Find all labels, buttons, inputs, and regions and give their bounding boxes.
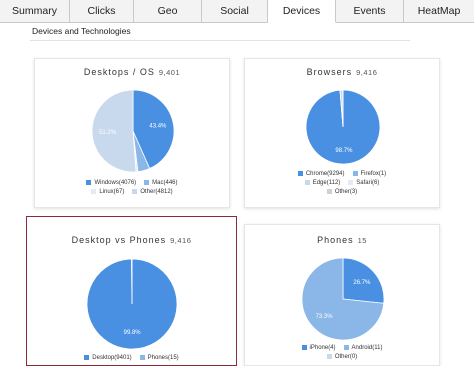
legend-label: Edge(112) — [312, 179, 341, 186]
legend-swatch — [86, 180, 92, 185]
legend-swatch — [348, 180, 354, 185]
legend-label: Android(11) — [351, 344, 383, 351]
legend-swatch — [304, 180, 310, 185]
legend-swatch — [91, 189, 97, 194]
slice-label-android: 73.3% — [316, 314, 334, 320]
legend-label: Windows(4076) — [94, 179, 137, 186]
legend-swatch — [84, 355, 90, 360]
card-title: Phones 15 — [317, 235, 367, 245]
legend-item[interactable]: Phones(15) — [139, 354, 179, 361]
legend-label: iPhone(4) — [309, 344, 336, 351]
legend-item[interactable]: Linux(67) — [91, 189, 124, 195]
tab-geo[interactable]: Geo — [134, 0, 202, 22]
legend-swatch — [139, 355, 145, 360]
card-count: 15 — [357, 236, 367, 245]
tab-events[interactable]: Events — [336, 0, 404, 22]
card-browsers[interactable]: Browsers 9,416 98.7% Chrome(9294) Firefox(… — [244, 58, 440, 208]
legend-label: Mac(446) — [152, 179, 178, 186]
legend-label: Phones(15) — [147, 354, 179, 361]
legend-item[interactable]: Android(11) — [343, 344, 383, 351]
card-count: 9,401 — [158, 68, 181, 77]
slice-label-windows: 43.4% — [149, 124, 167, 130]
legend-item[interactable]: Firefox(1) — [352, 170, 387, 177]
legend-label: Other(4812) — [140, 188, 173, 195]
desktop-vs-phones-pie-chart: 99.8% — [86, 258, 178, 350]
legend-swatch — [352, 171, 358, 176]
legend-item[interactable]: Mac(446) — [144, 179, 178, 186]
slice-label-chrome: 98.7% — [335, 148, 353, 154]
legend-item[interactable]: Edge(112) — [304, 179, 341, 186]
tab-heatmap[interactable]: HeatMap — [404, 0, 474, 22]
legend-swatch — [301, 345, 307, 350]
legend-item[interactable]: Chrome(9294) — [297, 170, 345, 177]
card-title: Desktops / OS 9,401 — [83, 67, 181, 77]
legend-item[interactable]: Other(4812) — [132, 188, 173, 195]
desktops-os-pie-chart: 43.4% 51.2% — [91, 89, 175, 173]
legend-label: Firefox(1) — [360, 170, 387, 177]
legend-item[interactable]: Desktop(9401) — [84, 354, 132, 361]
browsers-pie-chart: 98.7% — [305, 89, 381, 165]
legend-label: Other(3) — [334, 188, 358, 195]
legend-row: Chrome(9294) Firefox(1) — [245, 169, 439, 178]
card-desktops-os[interactable]: Desktops / OS 9,401 43.4% 51.2% Windows(40… — [34, 58, 230, 208]
legend-row: iPhone(4) Android(11) — [245, 343, 439, 352]
legend-label: Other(0) — [334, 353, 358, 360]
legend-row: Desktop(9401) Phones(15) — [27, 353, 236, 362]
legend-swatch — [297, 171, 303, 176]
legend-item[interactable]: Other(3) — [326, 188, 358, 195]
legend-swatch — [326, 354, 332, 359]
section-title: Devices and Technologies — [32, 26, 131, 36]
section-divider — [30, 40, 410, 41]
legend-swatch — [144, 180, 150, 185]
slice-label-iphone: 26.7% — [353, 280, 371, 286]
legend-item[interactable]: Windows(4076) — [86, 180, 136, 186]
legend: Desktop(9401) Phones(15) — [27, 353, 236, 362]
legend-item[interactable]: Safari(6) — [348, 180, 379, 186]
legend-row: Edge(112) Safari(6) — [245, 178, 439, 187]
legend-label: Linux(67) — [99, 188, 125, 195]
legend: Chrome(9294) Firefox(1) Edge(112) Safari(6)… — [245, 169, 439, 196]
legend-label: Safari(6) — [356, 179, 380, 186]
legend-row: Other(0) — [245, 352, 439, 361]
legend-row: Linux(67) Other(4812) — [35, 187, 229, 196]
legend-row: Other(3) — [245, 187, 439, 196]
slice-label-desktop: 99.8% — [124, 330, 142, 336]
card-count: 9,416 — [170, 236, 192, 245]
tab-devices[interactable]: Devices — [268, 0, 336, 23]
card-desktop-vs-phones[interactable]: Desktop vs Phones 9,416 99.8% Desktop(940… — [26, 216, 237, 366]
legend-swatch — [132, 189, 138, 194]
legend: iPhone(4) Android(11) Other(0) — [245, 343, 439, 361]
legend-label: Desktop(9401) — [92, 354, 132, 361]
card-title: Browsers 9,416 — [306, 67, 378, 77]
legend: Windows(4076) Mac(446) Linux(67) Other(4812… — [35, 178, 229, 196]
legend-swatch — [343, 345, 349, 350]
tab-clicks[interactable]: Clicks — [70, 0, 134, 22]
card-phones[interactable]: Phones 15 26.7% 73.3% iPhone(4) Android(11)… — [244, 224, 440, 366]
legend-swatch — [326, 189, 332, 194]
legend-row: Windows(4076) Mac(446) — [35, 178, 229, 187]
tab-social[interactable]: Social — [202, 0, 268, 22]
tab-bar: Summary Clicks Geo Social Devices Events… — [0, 0, 474, 23]
slice-label-other: 51.2% — [99, 130, 117, 136]
card-count: 9,416 — [356, 68, 378, 77]
legend-item[interactable]: iPhone(4) — [301, 344, 336, 351]
tab-summary[interactable]: Summary — [0, 0, 70, 22]
phones-pie-chart: 26.7% 73.3% — [301, 257, 385, 341]
legend-item[interactable]: Other(0) — [326, 353, 358, 360]
legend-label: Chrome(9294) — [305, 170, 345, 177]
card-title: Desktop vs Phones 9,416 — [71, 235, 192, 245]
